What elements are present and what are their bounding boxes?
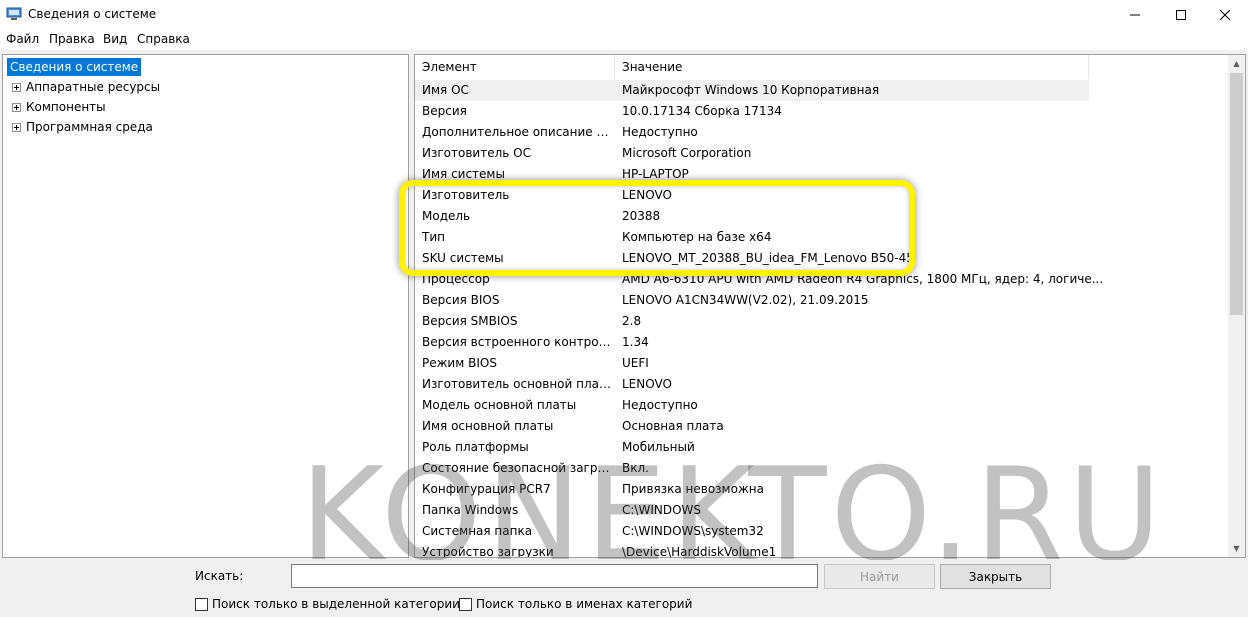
tree-item-hardware[interactable]: Аппаратные ресурсы	[12, 78, 160, 96]
table-row[interactable]: Состояние безопасной загруз... Вкл.	[415, 458, 1225, 479]
column-header-item[interactable]: Элемент	[415, 55, 615, 79]
row-item-name: Папка Windows	[422, 503, 519, 517]
maximize-button[interactable]	[1158, 0, 1204, 30]
row-item-value: Недоступно	[622, 125, 698, 139]
search-label: Искать:	[195, 569, 244, 583]
row-item-value: LENOVO A1CN34WW(V2.02), 21.09.2015	[622, 293, 869, 307]
table-row[interactable]: Версия встроенного контролл... 1.34	[415, 332, 1225, 353]
table-row[interactable]: Устройство загрузки \Device\HarddiskVolum…	[415, 542, 1225, 558]
minimize-button[interactable]	[1112, 0, 1158, 30]
row-item-value: LENOVO	[622, 377, 672, 391]
expand-icon[interactable]	[12, 122, 21, 132]
table-row[interactable]: Папка Windows C:\WINDOWS	[415, 500, 1225, 521]
expand-icon[interactable]	[12, 82, 21, 92]
row-item-value: 10.0.17134 Сборка 17134	[622, 104, 782, 118]
tree-item-label: Программная среда	[26, 120, 153, 134]
window-title: Сведения о системе	[28, 7, 157, 21]
only-category-names-checkbox[interactable]: Поиск только в именах категорий	[459, 597, 692, 611]
row-item-value: Привязка невозможна	[622, 482, 764, 496]
row-item-name: Режим BIOS	[422, 356, 497, 370]
row-item-value: Майкрософт Windows 10 Корпоративная	[622, 83, 880, 97]
menu-edit[interactable]: Правка	[49, 32, 95, 46]
details-list[interactable]: Элемент Значение Имя ОС Майкрософт Window…	[414, 54, 1246, 558]
row-item-name: Версия SMBIOS	[422, 314, 518, 328]
row-item-value: Недоступно	[622, 398, 698, 412]
table-row[interactable]: Изготовитель основной платы LENOVO	[415, 374, 1225, 395]
close-button[interactable]: Закрыть	[940, 564, 1051, 589]
tree-item-label: Аппаратные ресурсы	[26, 80, 161, 94]
search-panel: Искать: Найти Закрыть Поиск только в выд…	[0, 560, 1248, 617]
list-header: Элемент Значение	[415, 55, 1089, 79]
highlight-frame	[399, 180, 915, 276]
title-bar: Сведения о системе	[0, 0, 1248, 30]
expand-icon[interactable]	[12, 102, 21, 112]
table-row[interactable]: Режим BIOS UEFI	[415, 353, 1225, 374]
tree-item-label: Компоненты	[26, 100, 106, 114]
table-row[interactable]: Версия 10.0.17134 Сборка 17134	[415, 101, 1225, 122]
minimize-icon	[1130, 14, 1140, 16]
menu-help[interactable]: Справка	[137, 32, 190, 46]
table-row[interactable]: Имя ОС Майкрософт Windows 10 Корпоративна…	[415, 80, 1089, 101]
close-icon	[1220, 10, 1230, 20]
table-row[interactable]: Изготовитель ОС Microsoft Corporation	[415, 143, 1225, 164]
menu-view[interactable]: Вид	[103, 32, 127, 46]
row-item-value: \Device\HarddiskVolume1	[622, 545, 777, 558]
category-tree[interactable]: Сведения о системе Аппаратные ресурсы Ко…	[2, 54, 409, 558]
row-item-value: 1.34	[622, 335, 649, 349]
checkbox-box[interactable]	[459, 597, 472, 611]
row-item-name: Версия BIOS	[422, 293, 500, 307]
row-item-name: Дополнительное описание ОС	[422, 125, 614, 139]
table-row[interactable]: Конфигурация PCR7 Привязка невозможна	[415, 479, 1225, 500]
close-window-button[interactable]	[1202, 0, 1248, 30]
row-item-name: Изготовитель ОС	[422, 146, 531, 160]
tree-item-system-summary[interactable]: Сведения о системе	[7, 58, 142, 76]
table-row[interactable]: Модель основной платы Недоступно	[415, 395, 1225, 416]
scroll-up-icon[interactable]: ▲	[1228, 55, 1245, 72]
row-item-name: Системная папка	[422, 524, 533, 538]
tree-item-software-env[interactable]: Программная среда	[12, 118, 153, 136]
row-item-name: Устройство загрузки	[422, 545, 554, 558]
row-item-value: C:\WINDOWS\system32	[622, 524, 764, 538]
table-row[interactable]: Роль платформы Мобильный	[415, 437, 1225, 458]
table-row[interactable]: Дополнительное описание ОС Недоступно	[415, 122, 1225, 143]
row-item-value: Вкл.	[622, 461, 649, 475]
row-item-name: Имя основной платы	[422, 419, 554, 433]
checkbox-label: Поиск только в выделенной категории	[212, 597, 460, 611]
row-item-value: Microsoft Corporation	[622, 146, 752, 160]
row-item-name: Версия встроенного контролл...	[422, 335, 614, 349]
column-header-value[interactable]: Значение	[615, 55, 1089, 79]
row-item-value: C:\WINDOWS	[622, 503, 702, 517]
row-item-name: Имя ОС	[422, 83, 469, 97]
checkbox-label: Поиск только в именах категорий	[476, 597, 693, 611]
scroll-thumb[interactable]	[1230, 73, 1243, 315]
menu-file[interactable]: Файл	[6, 32, 39, 46]
row-item-value: Мобильный	[622, 440, 695, 454]
table-row[interactable]: Версия SMBIOS 2.8	[415, 311, 1225, 332]
checkbox-box[interactable]	[195, 597, 208, 611]
table-row[interactable]: Версия BIOS LENOVO A1CN34WW(V2.02), 21.09…	[415, 290, 1225, 311]
table-row[interactable]: Системная папка C:\WINDOWS\system32	[415, 521, 1225, 542]
row-item-name: Модель основной платы	[422, 398, 577, 412]
list-rows: Имя ОС Майкрософт Windows 10 Корпоративна…	[415, 80, 1225, 558]
search-input[interactable]	[291, 564, 818, 588]
row-item-value: UEFI	[622, 356, 649, 370]
main-area: Сведения о системе Аппаратные ресурсы Ко…	[0, 52, 1248, 560]
row-item-value: 2.8	[622, 314, 642, 328]
row-item-name: Роль платформы	[422, 440, 529, 454]
only-selected-category-checkbox[interactable]: Поиск только в выделенной категории	[195, 597, 460, 611]
maximize-icon	[1176, 10, 1186, 20]
table-row[interactable]: Имя основной платы Основная плата	[415, 416, 1225, 437]
menu-bar: Файл Правка Вид Справка	[0, 30, 1248, 50]
tree-item-components[interactable]: Компоненты	[12, 98, 106, 116]
row-item-name: Конфигурация PCR7	[422, 482, 551, 496]
vertical-scrollbar[interactable]: ▲ ▼	[1228, 55, 1245, 557]
find-button[interactable]: Найти	[824, 564, 935, 589]
system-info-icon	[6, 7, 22, 20]
row-item-name: Версия	[422, 104, 467, 118]
scroll-down-icon[interactable]: ▼	[1228, 540, 1245, 557]
row-item-name: Изготовитель основной платы	[422, 377, 614, 391]
row-item-name: Состояние безопасной загруз...	[422, 461, 614, 475]
row-item-value: Основная плата	[622, 419, 724, 433]
